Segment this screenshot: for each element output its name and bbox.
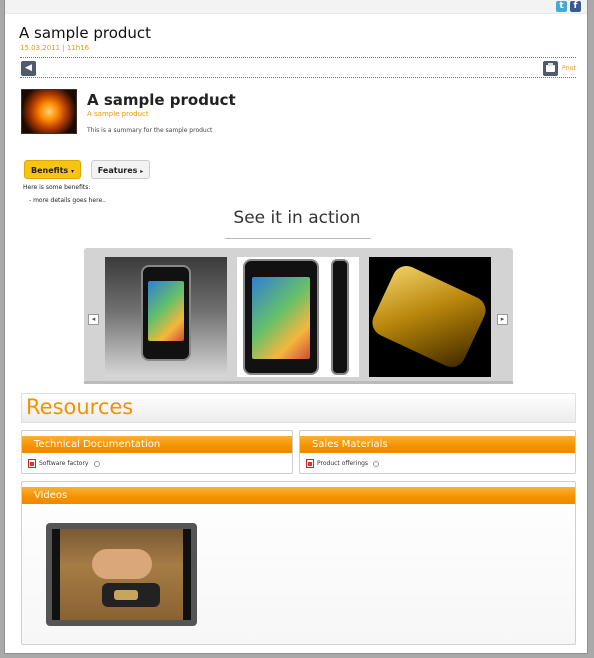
pdf-icon [306,459,314,468]
carousel-prev-button[interactable]: ◂ [88,314,99,325]
carousel-base [84,381,513,384]
videos-box: Videos [21,481,576,645]
document-label: Product offerings [317,460,369,467]
facebook-icon[interactable]: f [570,1,581,12]
page-title: A sample product [19,24,152,42]
magnifier-icon[interactable] [93,460,100,467]
divider [20,57,576,58]
device-shape [102,583,160,607]
product-summary: This is a summary for the sample product [87,127,213,134]
product-thumbnail [21,89,77,134]
resources-title: Resources [26,395,134,419]
video-thumbnail[interactable] [46,523,197,626]
divider [20,77,576,78]
document-link[interactable]: Software factory [28,459,100,468]
magnifier-icon[interactable] [373,460,380,467]
divider [225,238,371,239]
phone-shape [141,265,191,361]
technical-docs-heading: Technical Documentation [22,436,292,453]
letterbox [183,529,191,620]
document-label: Software factory [39,460,89,467]
publish-date: 15.03.2011 | 11h16 [20,44,90,52]
top-bar: t f [5,0,587,14]
image-carousel: ◂ ▸ [84,248,513,382]
pdf-icon [28,459,36,468]
carousel-image-2[interactable] [237,257,359,377]
hand-shape [92,549,152,579]
phone-shape [243,259,319,375]
back-button[interactable]: ◀ [21,61,36,76]
phone-screen [252,277,310,359]
video-frame [52,529,191,620]
product-subtitle: A sample product [87,110,149,118]
technical-docs-box: Technical Documentation Software factory [21,430,293,474]
print-icon[interactable] [543,61,558,76]
document-link[interactable]: Product offerings [306,459,380,468]
tab-label: Features [97,166,138,175]
gallery-title: See it in action [233,208,361,228]
benefits-detail: - more details goes here.. [29,197,106,204]
print-link[interactable]: Print [562,65,576,72]
videos-heading: Videos [22,487,575,504]
carousel-image-1[interactable] [105,257,227,377]
gold-phone-shape [369,261,491,372]
carousel-image-3[interactable] [369,257,491,377]
chevron-right-icon: ▸ [140,168,144,175]
tab-benefits[interactable]: Benefits ▾ [24,160,81,179]
carousel-next-button[interactable]: ▸ [497,314,508,325]
back-arrow-icon: ◀ [25,63,32,73]
product-title: A sample product [87,91,236,109]
letterbox [52,529,60,620]
sales-materials-box: Sales Materials Product offerings [299,430,576,474]
tab-features[interactable]: Features ▸ [91,160,150,179]
twitter-icon[interactable]: t [556,1,567,12]
tab-label: Benefits [31,166,69,175]
page-frame: t f A sample product 15.03.2011 | 11h16 … [4,0,588,654]
sales-materials-heading: Sales Materials [300,436,575,453]
phone-side-shape [331,259,349,375]
chevron-down-icon: ▾ [70,168,74,175]
phone-screen [148,281,184,341]
benefits-intro: Here is some benefits: [23,184,91,191]
